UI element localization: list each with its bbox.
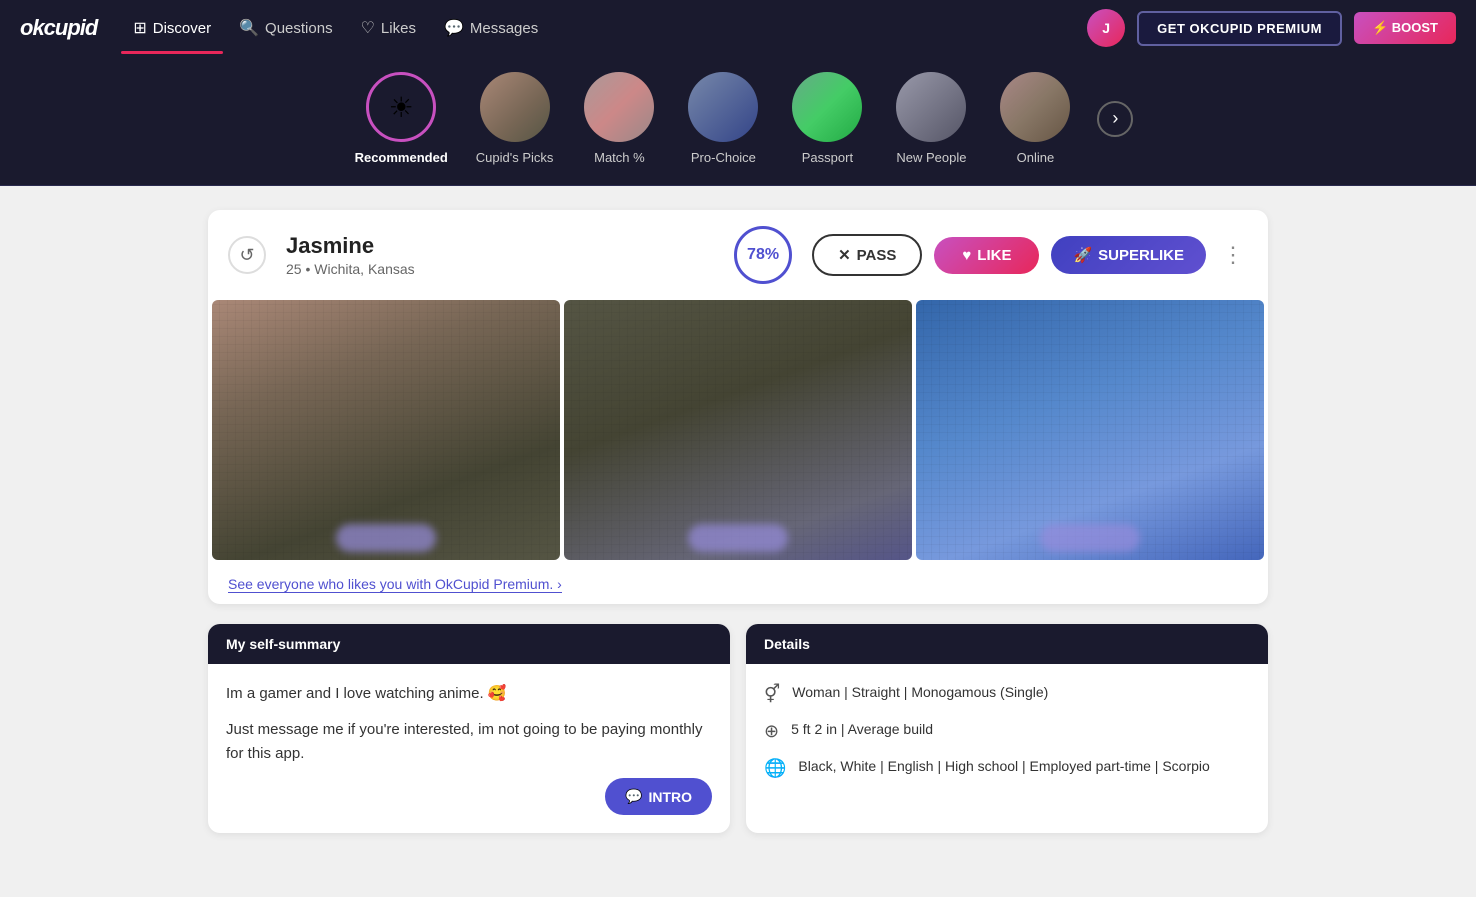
detail-row-background: 🌐 Black, White | English | High school |…: [764, 756, 1250, 779]
profile-header: ↺ Jasmine 25 • Wichita, Kansas 78% ✕ PAS…: [208, 210, 1268, 300]
navbar: okcupid ⊞ Discover 🔍 Questions ♡ Likes 💬…: [0, 0, 1476, 56]
category-item-new-people[interactable]: New People: [881, 68, 981, 169]
photo-3-overlay: [916, 300, 1264, 560]
nav-item-discover[interactable]: ⊞ Discover: [121, 10, 223, 46]
detail-row-height: ⊕ 5 ft 2 in | Average build: [764, 719, 1250, 742]
details-card: Details ⚥ Woman | Straight | Monogamous …: [746, 624, 1268, 833]
premium-button[interactable]: GET OKCUPID PREMIUM: [1137, 11, 1342, 46]
sun-icon: ☀: [389, 91, 414, 124]
superlike-icon: 🚀: [1073, 246, 1092, 264]
category-label-pro-choice: Pro-Choice: [691, 150, 756, 165]
superlike-button[interactable]: 🚀 SUPERLIKE: [1051, 236, 1206, 274]
intro-button[interactable]: 💬 INTRO: [605, 778, 712, 815]
discover-icon: ⊞: [133, 18, 146, 38]
detail-text-height: 5 ft 2 in | Average build: [791, 719, 933, 740]
nav-item-likes[interactable]: ♡ Likes: [349, 10, 428, 46]
bottom-grid: My self-summary Im a gamer and I love wa…: [208, 624, 1268, 833]
cupids-picks-thumb: [480, 72, 550, 142]
photo-1-blur: [336, 524, 436, 552]
boost-button[interactable]: ⚡ BOOST: [1354, 12, 1456, 44]
main-content: ↺ Jasmine 25 • Wichita, Kansas 78% ✕ PAS…: [188, 210, 1288, 833]
nav-label-likes: Likes: [381, 20, 416, 37]
photos-grid: [208, 300, 1268, 564]
profile-separator: •: [305, 261, 314, 277]
category-item-pro-choice[interactable]: Pro-Choice: [673, 68, 773, 169]
premium-cta-text: See everyone who likes you with OkCupid …: [228, 576, 562, 593]
likes-icon: ♡: [361, 18, 375, 38]
summary-header: My self-summary: [208, 624, 730, 664]
pass-label: PASS: [857, 247, 897, 264]
premium-cta[interactable]: See everyone who likes you with OkCupid …: [208, 564, 1268, 604]
summary-body: Im a gamer and I love watching anime. 🥰 …: [208, 664, 730, 833]
category-items: ☀ Recommended Cupid's Picks Match % Pro-…: [343, 68, 1134, 169]
nav-label-questions: Questions: [265, 20, 333, 37]
photo-1-overlay: [212, 300, 560, 560]
nav-label-messages: Messages: [470, 20, 538, 37]
category-next-button[interactable]: ›: [1097, 101, 1133, 137]
profile-name: Jasmine: [286, 233, 714, 259]
nav-item-messages[interactable]: 💬 Messages: [432, 10, 550, 46]
nav-items: ⊞ Discover 🔍 Questions ♡ Likes 💬 Message…: [121, 10, 1063, 46]
category-item-cupids-picks[interactable]: Cupid's Picks: [464, 68, 566, 169]
passport-thumb: [792, 72, 862, 142]
category-label-cupids-picks: Cupid's Picks: [476, 150, 554, 165]
photo-2-blur: [688, 524, 788, 552]
photo-3[interactable]: [916, 300, 1264, 560]
details-header: Details: [746, 624, 1268, 664]
like-label: LIKE: [977, 247, 1011, 264]
details-body: ⚥ Woman | Straight | Monogamous (Single)…: [746, 664, 1268, 811]
nav-label-discover: Discover: [153, 20, 211, 37]
profile-location: Wichita, Kansas: [314, 261, 414, 277]
photo-3-blur: [1040, 524, 1140, 552]
match-thumb: [584, 72, 654, 142]
match-circle: 78%: [734, 226, 792, 284]
summary-text-2: Just message me if you're interested, im…: [226, 718, 712, 766]
photo-2[interactable]: [564, 300, 912, 560]
category-label-passport: Passport: [802, 150, 853, 165]
detail-row-gender: ⚥ Woman | Straight | Monogamous (Single): [764, 682, 1250, 705]
questions-icon: 🔍: [239, 18, 259, 38]
category-label-online: Online: [1017, 150, 1055, 165]
pro-choice-thumb: [688, 72, 758, 142]
chat-icon: 💬: [625, 788, 642, 805]
category-label-match: Match %: [594, 150, 645, 165]
intro-label: INTRO: [648, 789, 692, 805]
category-bar: ☀ Recommended Cupid's Picks Match % Pro-…: [0, 56, 1476, 186]
new-people-thumb: [896, 72, 966, 142]
profile-age: 25: [286, 261, 302, 277]
category-item-passport[interactable]: Passport: [777, 68, 877, 169]
height-icon: ⊕: [764, 721, 779, 742]
category-label-new-people: New People: [896, 150, 966, 165]
pass-button[interactable]: ✕ PASS: [812, 234, 922, 276]
category-label-recommended: Recommended: [355, 150, 448, 165]
category-item-recommended[interactable]: ☀ Recommended: [343, 68, 460, 169]
detail-text-gender: Woman | Straight | Monogamous (Single): [792, 682, 1048, 703]
profile-card: ↺ Jasmine 25 • Wichita, Kansas 78% ✕ PAS…: [208, 210, 1268, 604]
messages-icon: 💬: [444, 18, 464, 38]
summary-card: My self-summary Im a gamer and I love wa…: [208, 624, 730, 833]
logo: okcupid: [20, 15, 97, 41]
summary-text-1: Im a gamer and I love watching anime. 🥰: [226, 682, 712, 706]
pass-icon: ✕: [838, 246, 851, 264]
photo-2-overlay: [564, 300, 912, 560]
gender-icon: ⚥: [764, 684, 780, 705]
avatar[interactable]: J: [1087, 9, 1125, 47]
category-item-online[interactable]: Online: [985, 68, 1085, 169]
profile-age-location: 25 • Wichita, Kansas: [286, 261, 714, 277]
profile-info: Jasmine 25 • Wichita, Kansas: [286, 233, 714, 277]
background-icon: 🌐: [764, 758, 786, 779]
online-thumb: [1000, 72, 1070, 142]
superlike-label: SUPERLIKE: [1098, 247, 1184, 264]
more-button[interactable]: ⋮: [1218, 242, 1248, 268]
action-buttons: ✕ PASS ♥ LIKE 🚀 SUPERLIKE ⋮: [812, 234, 1248, 276]
like-icon: ♥: [962, 247, 971, 264]
nav-right: J GET OKCUPID PREMIUM ⚡ BOOST: [1087, 9, 1456, 47]
category-item-match[interactable]: Match %: [569, 68, 669, 169]
undo-button[interactable]: ↺: [228, 236, 266, 274]
recommended-thumb: ☀: [366, 72, 436, 142]
nav-item-questions[interactable]: 🔍 Questions: [227, 10, 344, 46]
photo-1[interactable]: [212, 300, 560, 560]
like-button[interactable]: ♥ LIKE: [934, 237, 1039, 274]
detail-text-background: Black, White | English | High school | E…: [798, 756, 1209, 777]
